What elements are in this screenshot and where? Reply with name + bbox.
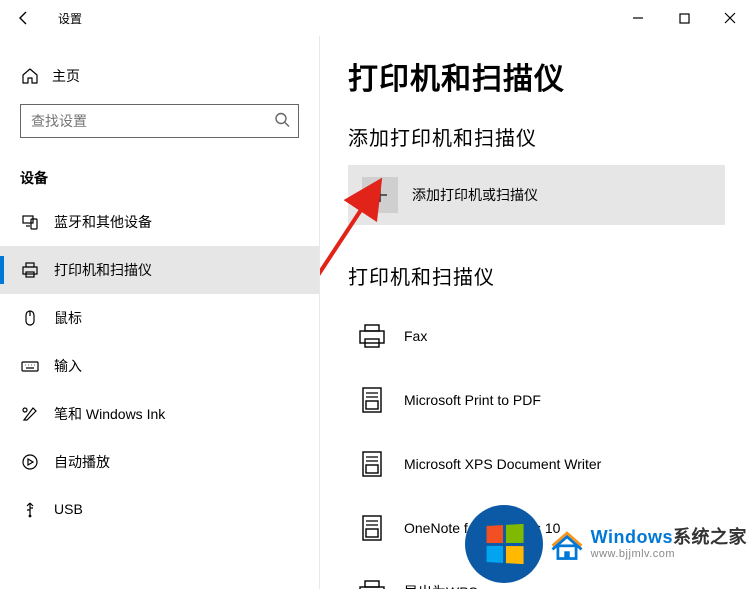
printer-icon [354,318,390,354]
sidebar-item-pen[interactable]: 笔和 Windows Ink [0,390,319,438]
sidebar-item-usb[interactable]: USB [0,486,319,532]
close-icon [724,12,736,24]
doc-printer-icon [354,446,390,482]
sidebar-item-label: 打印机和扫描仪 [54,260,152,280]
home-icon [20,67,40,85]
sidebar-item-mouse[interactable]: 鼠标 [0,294,319,342]
search-box[interactable] [20,104,299,138]
printer-icon [354,574,390,589]
add-button[interactable] [362,177,398,213]
add-printer-row[interactable]: 添加打印机或扫描仪 [348,165,725,225]
devices-icon [20,213,40,231]
sidebar-item-bluetooth[interactable]: 蓝牙和其他设备 [0,198,319,246]
watermark: Windows系统之家 www.bjjmlv.com [465,505,747,583]
sidebar: 主页 设备 蓝牙和其他设备 打印机和扫描仪 [0,36,320,589]
device-row[interactable]: Microsoft XPS Document Writer [348,432,725,496]
arrow-left-icon [16,10,32,26]
sidebar-home-label: 主页 [52,66,80,86]
maximize-icon [679,13,690,24]
minimize-button[interactable] [615,0,661,36]
mouse-icon [20,309,40,327]
printer-icon [20,261,40,279]
device-label: Microsoft XPS Document Writer [404,456,601,472]
sidebar-home[interactable]: 主页 [0,56,319,104]
autoplay-icon [20,453,40,471]
doc-printer-icon [354,382,390,418]
search-input[interactable] [21,107,298,135]
doc-printer-icon [354,510,390,546]
device-label: Fax [404,328,427,344]
titlebar: 设置 [0,0,753,36]
minimize-icon [632,12,644,24]
watermark-logo-circle [465,505,543,583]
usb-icon [20,500,40,518]
plus-icon [370,185,390,205]
sidebar-item-autoplay[interactable]: 自动播放 [0,438,319,486]
sidebar-item-typing[interactable]: 输入 [0,342,319,390]
device-label: 导出为WPS [404,582,478,589]
close-button[interactable] [707,0,753,36]
maximize-button[interactable] [661,0,707,36]
sidebar-item-label: 自动播放 [54,452,110,472]
back-button[interactable] [0,0,48,36]
add-section-title: 添加打印机和扫描仪 [348,122,725,151]
watermark-text: Windows系统之家 www.bjjmlv.com [591,528,747,560]
sidebar-item-label: USB [54,501,83,517]
search-icon [274,112,290,131]
pen-icon [20,405,40,423]
sidebar-item-label: 蓝牙和其他设备 [54,212,152,232]
device-row[interactable]: Microsoft Print to PDF [348,368,725,432]
sidebar-item-printers[interactable]: 打印机和扫描仪 [0,246,319,294]
windows-logo-icon [486,524,523,564]
add-button-label: 添加打印机或扫描仪 [412,185,538,205]
window-controls [615,0,753,36]
sidebar-item-label: 笔和 Windows Ink [54,404,165,424]
page-title: 打印机和扫描仪 [348,54,725,98]
window-title: 设置 [58,10,82,27]
keyboard-icon [20,357,40,375]
sidebar-item-label: 输入 [54,356,82,376]
device-row[interactable]: Fax [348,304,725,368]
sidebar-category: 设备 [0,152,319,198]
house-icon [547,524,587,564]
list-section-title: 打印机和扫描仪 [348,261,725,290]
watermark-url: www.bjjmlv.com [591,548,747,560]
watermark-text-1b: 系统之家 [673,527,747,547]
watermark-text-1a: Windows [591,527,673,547]
device-label: Microsoft Print to PDF [404,392,541,408]
sidebar-item-label: 鼠标 [54,308,82,328]
